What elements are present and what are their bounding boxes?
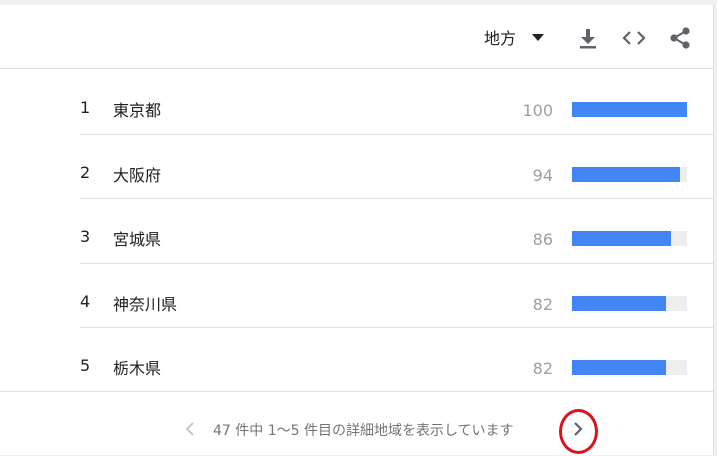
row-value: 94 — [532, 165, 553, 185]
value-bar — [572, 231, 671, 246]
next-page-button[interactable] — [566, 417, 590, 441]
row-region-name[interactable]: 神奈川県 — [113, 291, 177, 315]
share-icon — [670, 27, 690, 49]
row-region-name[interactable]: 大阪府 — [113, 162, 161, 186]
embed-button[interactable] — [621, 25, 647, 51]
regional-interest-card: 地方 1 東京都 100 2 大阪府 94 3 宮城県 86 4 神奈川県 82… — [0, 5, 714, 455]
value-bar-track — [572, 231, 687, 246]
card-toolbar: 地方 — [0, 5, 714, 69]
download-button[interactable] — [575, 25, 601, 51]
row-rank: 5 — [80, 356, 91, 375]
share-button[interactable] — [667, 25, 693, 51]
value-bar — [572, 102, 687, 117]
region-dropdown-label: 地方 — [484, 29, 517, 48]
row-rank: 3 — [80, 227, 91, 246]
table-row: 5 栃木県 82 — [80, 328, 714, 393]
table-row: 1 東京都 100 — [80, 70, 714, 135]
row-value: 82 — [532, 294, 553, 314]
previous-page-button[interactable] — [180, 418, 200, 440]
row-region-name[interactable]: 栃木県 — [113, 355, 161, 379]
row-rank: 2 — [80, 162, 91, 182]
table-row: 2 大阪府 94 — [80, 135, 714, 199]
row-value: 82 — [532, 359, 553, 378]
pagination-status: 47 件中 1〜5 件目の詳細地域を表示しています — [213, 423, 514, 439]
row-value: 86 — [532, 230, 553, 249]
table-row: 3 宮城県 86 — [80, 199, 714, 264]
value-bar-track — [572, 295, 687, 311]
value-bar-track — [572, 360, 687, 375]
row-region-name[interactable]: 宮城県 — [113, 226, 161, 250]
chevron-right-icon — [574, 422, 583, 436]
value-bar — [572, 360, 666, 375]
row-rank: 1 — [80, 98, 91, 117]
row-rank: 4 — [80, 291, 91, 311]
region-list: 1 東京都 100 2 大阪府 94 3 宮城県 86 4 神奈川県 82 5 … — [80, 70, 714, 393]
download-icon — [580, 29, 596, 49]
chevron-down-icon — [532, 33, 545, 41]
region-dropdown[interactable]: 地方 — [484, 24, 545, 50]
value-bar — [572, 295, 666, 311]
embed-code-icon — [622, 31, 646, 45]
value-bar-track — [572, 166, 687, 182]
pagination-footer: 47 件中 1〜5 件目の詳細地域を表示しています — [0, 391, 714, 455]
value-bar — [572, 166, 680, 182]
chevron-left-icon — [185, 422, 194, 436]
value-bar-track — [572, 102, 687, 117]
row-region-name[interactable]: 東京都 — [113, 97, 161, 121]
row-value: 100 — [522, 101, 553, 120]
table-row: 4 神奈川県 82 — [80, 264, 714, 328]
